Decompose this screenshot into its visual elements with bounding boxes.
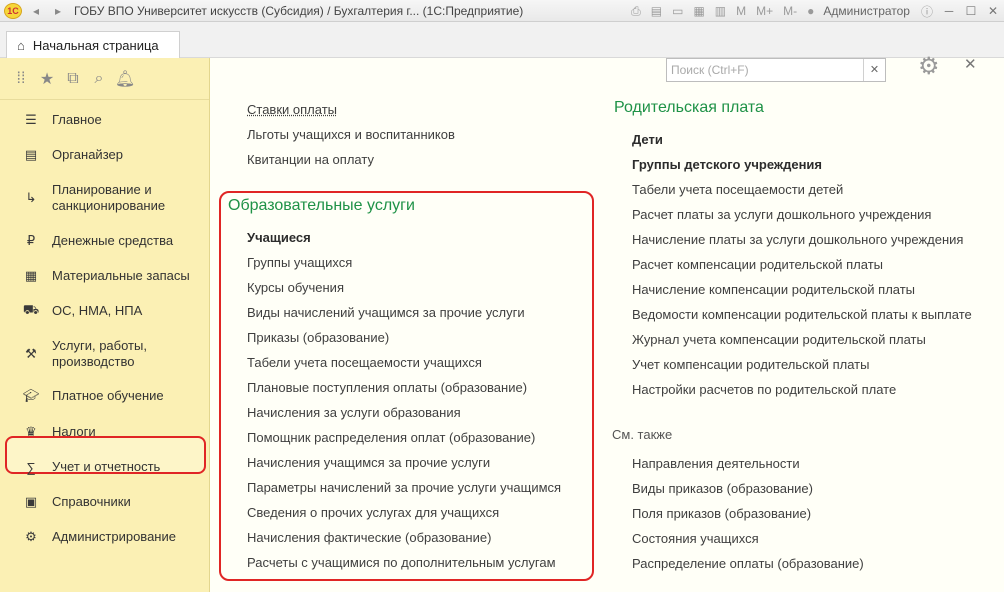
tab-bar: ⌂ Начальная страница: [0, 22, 1004, 58]
link-other-services-info[interactable]: Сведения о прочих услугах для учащихся: [247, 505, 499, 520]
link-actual-accruals[interactable]: Начисления фактические (образование): [247, 530, 491, 545]
link-preschool-fee-calc[interactable]: Расчет платы за услуги дошкольного учреж…: [632, 207, 931, 222]
link-activity-directions[interactable]: Направления деятельности: [632, 456, 800, 471]
save-icon[interactable]: ▭: [672, 4, 683, 18]
info-icon[interactable]: ⓘ: [921, 3, 933, 20]
link-children[interactable]: Дети: [632, 132, 663, 147]
minimize-button[interactable]: ─: [938, 4, 960, 18]
grid-icon: ▦: [24, 268, 38, 283]
tab-home-label: Начальная страница: [32, 37, 159, 53]
link-compensation-journal[interactable]: Журнал учета компенсации родительской пл…: [632, 332, 926, 347]
user-icon[interactable]: ●: [807, 4, 814, 18]
tools-icon: ⚒: [25, 346, 37, 361]
sidebar-item-services[interactable]: ⚒ Услуги, работы, производство: [0, 336, 210, 372]
book-icon: ▣: [24, 494, 38, 509]
link-compensation-accounting[interactable]: Учет компенсации родительской платы: [632, 357, 869, 372]
sidebar-item-planning[interactable]: ↳ Планирование и санкционирование: [0, 180, 210, 216]
window-title-bar: 1С ◂ ▸ ГОБУ ВПО Университет искусств (Су…: [0, 0, 1004, 22]
sidebar-item-organizer[interactable]: ▤ Органайзер: [0, 145, 210, 165]
link-payment-distribution[interactable]: Распределение оплаты (образование): [632, 556, 864, 571]
link-additional-services-settlements[interactable]: Расчеты с учащимися по дополнительным ус…: [247, 555, 556, 570]
link-preschool-fee-accrual[interactable]: Начисление платы за услуги дошкольного у…: [632, 232, 963, 247]
sidebar-quick-toolbar: ⁞⁞ ★ ⧉ ⌕ 🔔︎: [0, 58, 209, 100]
preview-icon[interactable]: ▤: [651, 4, 662, 18]
memory-plus-button[interactable]: M+: [756, 4, 773, 18]
link-courses[interactable]: Курсы обучения: [247, 280, 344, 295]
link-compensation-calc[interactable]: Расчет компенсации родительской платы: [632, 257, 883, 272]
link-compensation-statements[interactable]: Ведомости компенсации родительской платы…: [632, 307, 972, 322]
notifications-bell-icon[interactable]: 🔔︎: [106, 69, 144, 89]
link-student-attendance[interactable]: Табели учета посещаемости учащихся: [247, 355, 482, 370]
sidebar-item-accounting[interactable]: ∑ Учет и отчетность: [0, 457, 210, 477]
section-title-parent-payment: Родительская плата: [614, 99, 764, 116]
tab-home[interactable]: ⌂ Начальная страница: [6, 31, 180, 58]
search-input[interactable]: Поиск (Ctrl+F) ✕: [666, 58, 886, 82]
title-toolbar: ⎙ ▤ ▭ ▦ ▥ M M+ M- ● Администратор ⓘ ─ ☐ …: [626, 0, 1004, 22]
link-accrual-types[interactable]: Виды начислений учащимся за прочие услуг…: [247, 305, 525, 320]
link-other-services-accruals[interactable]: Начисления учащимся за прочие услуги: [247, 455, 490, 470]
section-title-education: Образовательные услуги: [228, 197, 415, 214]
forward-icon[interactable]: ▸: [50, 4, 66, 18]
link-education-accruals[interactable]: Начисления за услуги образования: [247, 405, 461, 420]
link-accrual-parameters[interactable]: Параметры начислений за прочие услуги уч…: [247, 480, 561, 495]
close-window-button[interactable]: ✕: [982, 4, 1004, 18]
clipboard-icon: ▤: [24, 147, 38, 162]
sidebar-item-administration[interactable]: ⚙ Администрирование: [0, 527, 210, 547]
sidebar-item-taxes[interactable]: ♛ Налоги: [0, 422, 210, 442]
sidebar-item-paid-education[interactable]: 🎓︎ Платное обучение: [0, 386, 210, 406]
link-kindergarten-groups[interactable]: Группы детского учреждения: [632, 157, 822, 172]
sidebar-item-directories[interactable]: ▣ Справочники: [0, 492, 210, 512]
link-student-states[interactable]: Состояния учащихся: [632, 531, 759, 546]
link-students[interactable]: Учащиеся: [247, 230, 311, 245]
user-name[interactable]: Администратор: [823, 4, 910, 18]
link-parent-payment-settings[interactable]: Настройки расчетов по родительской плате: [632, 382, 896, 397]
home-icon: ⌂: [17, 37, 25, 53]
ruble-icon: ₽: [26, 233, 36, 248]
graduation-cap-icon: 🎓︎: [22, 388, 40, 403]
link-student-groups[interactable]: Группы учащихся: [247, 255, 352, 270]
link-order-fields[interactable]: Поля приказов (образование): [632, 506, 811, 521]
calendar-icon[interactable]: ▦: [693, 4, 704, 18]
sidebar-item-materials[interactable]: ▦ Материальные запасы: [0, 266, 210, 286]
link-compensation-accrual[interactable]: Начисление компенсации родительской плат…: [632, 282, 915, 297]
link-payment-receipts[interactable]: Квитанции на оплату: [247, 152, 374, 167]
search-placeholder: Поиск (Ctrl+F): [671, 63, 749, 77]
sidebar-item-main[interactable]: ☰ Главное: [0, 110, 210, 130]
window-title: ГОБУ ВПО Университет искусств (Субсидия)…: [74, 3, 524, 18]
search-clear-icon[interactable]: ✕: [863, 59, 885, 81]
gear-icon: ⚙: [25, 529, 37, 544]
sidebar: ⁞⁞ ★ ⧉ ⌕ 🔔︎ ☰ Главное ▤ Органайзер ↳ Пла…: [0, 58, 210, 592]
main-panel: Поиск (Ctrl+F) ✕ ⚙ ✕ Ставки оплаты Льгот…: [210, 53, 1004, 592]
chart-icon: ↳: [25, 190, 37, 205]
sum-icon: ∑: [26, 459, 36, 475]
section-title-see-also: См. также: [612, 427, 673, 442]
back-icon[interactable]: ◂: [28, 4, 44, 18]
settings-gear-icon[interactable]: ⚙: [918, 52, 940, 81]
sidebar-item-fixed-assets[interactable]: ⛟ ОС, НМА, НПА: [0, 301, 210, 321]
close-panel-icon[interactable]: ✕: [964, 55, 977, 73]
memory-m-button[interactable]: M: [736, 4, 746, 18]
print-icon[interactable]: ⎙: [631, 4, 641, 19]
link-student-benefits[interactable]: Льготы учащихся и воспитанников: [247, 127, 455, 142]
link-payment-distribution-assistant[interactable]: Помощник распределения оплат (образовани…: [247, 430, 535, 445]
truck-icon: ⛟: [22, 302, 40, 317]
1c-logo-icon[interactable]: 1С: [4, 2, 22, 19]
link-children-attendance[interactable]: Табели учета посещаемости детей: [632, 182, 843, 197]
link-payment-rates[interactable]: Ставки оплаты: [247, 102, 337, 117]
calculator-icon[interactable]: ▥: [715, 4, 726, 18]
link-order-types[interactable]: Виды приказов (образование): [632, 481, 813, 496]
menu-icon: ☰: [25, 112, 37, 127]
memory-minus-button[interactable]: M-: [783, 4, 797, 18]
emblem-icon: ♛: [25, 424, 37, 439]
maximize-button[interactable]: ☐: [960, 4, 982, 18]
sidebar-item-cash[interactable]: ₽ Денежные средства: [0, 231, 210, 251]
link-planned-payments[interactable]: Плановые поступления оплаты (образование…: [247, 380, 527, 395]
link-orders-education[interactable]: Приказы (образование): [247, 330, 389, 345]
